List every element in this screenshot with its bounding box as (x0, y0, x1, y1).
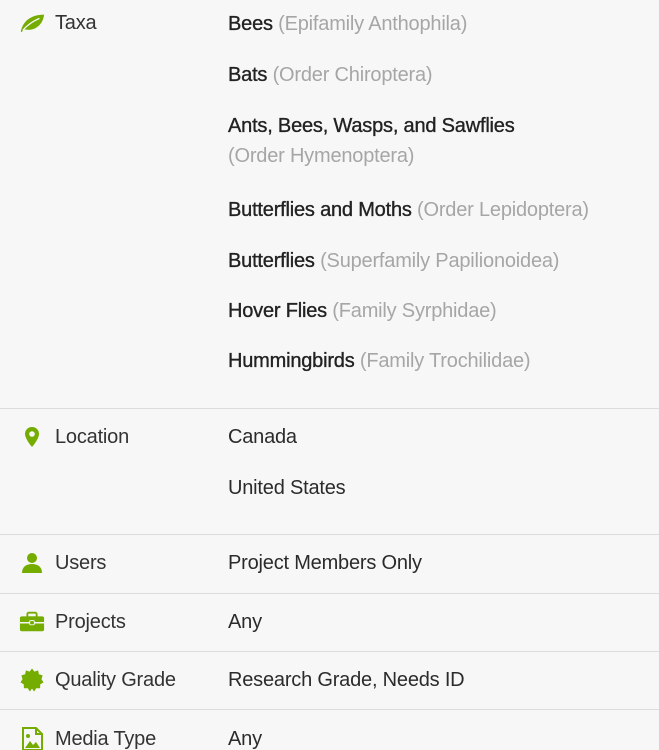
taxon-rank: (Epifamily Anthophila) (278, 13, 468, 35)
taxon-item[interactable]: Hummingbirds (Family Trochilidae) (228, 346, 531, 376)
user-icon (19, 551, 45, 575)
media-type-value: Any (228, 728, 262, 750)
project-requirements-panel: Taxa Bees (Epifamily Anthophila) Bats (O… (0, 0, 659, 750)
taxon-name: Butterflies and Moths (228, 199, 412, 221)
media-type-label-row: Media Type (19, 726, 156, 750)
quality-grade-label-row: Quality Grade (19, 667, 176, 693)
row-divider (0, 651, 659, 652)
row-divider (0, 709, 659, 710)
users-label: Users (55, 551, 107, 574)
taxon-rank: (Order Hymenoptera) (228, 145, 415, 167)
taxon-name: Hummingbirds (228, 350, 355, 372)
taxon-item[interactable]: Butterflies (Superfamily Papilionoidea) (228, 246, 560, 276)
taxon-name: Hover Flies (228, 300, 327, 322)
projects-value: Any (228, 611, 262, 633)
leaf-icon (19, 11, 45, 35)
taxon-rank: (Order Lepidoptera) (417, 199, 589, 221)
location-label: Location (55, 425, 130, 448)
taxon-rank: (Family Syrphidae) (332, 300, 497, 322)
taxa-label-row: Taxa (19, 10, 97, 36)
quality-grade-value: Research Grade, Needs ID (228, 669, 465, 691)
taxa-label: Taxa (55, 11, 97, 34)
location-item[interactable]: Canada (228, 422, 297, 452)
taxon-name: Bees (228, 13, 273, 35)
row-divider (0, 534, 659, 535)
users-label-row: Users (19, 550, 106, 576)
taxon-name: Butterflies (228, 250, 315, 272)
row-divider (0, 593, 659, 594)
taxon-item[interactable]: Hover Flies (Family Syrphidae) (228, 296, 497, 326)
taxon-item[interactable]: Bees (Epifamily Anthophila) (228, 9, 468, 39)
briefcase-icon (19, 610, 45, 634)
users-value: Project Members Only (228, 552, 422, 574)
location-label-row: Location (19, 424, 129, 450)
taxon-rank: (Superfamily Papilionoidea) (320, 250, 560, 272)
projects-label: Projects (55, 610, 126, 633)
quality-grade-label: Quality Grade (55, 668, 176, 691)
taxon-name: Bats (228, 64, 268, 86)
projects-label-row: Projects (19, 609, 126, 635)
image-file-icon (19, 727, 45, 750)
taxon-rank: (Family Trochilidae) (359, 350, 531, 372)
location-item[interactable]: United States (228, 473, 346, 503)
row-divider (0, 408, 659, 409)
taxon-rank: (Order Chiroptera) (272, 64, 433, 86)
taxon-item[interactable]: Bats (Order Chiroptera) (228, 60, 433, 90)
taxon-item[interactable]: Ants, Bees, Wasps, and Sawflies (Order H… (228, 111, 515, 171)
certificate-icon (19, 668, 45, 692)
taxon-item[interactable]: Butterflies and Moths (Order Lepidoptera… (228, 195, 589, 225)
media-type-label: Media Type (55, 727, 157, 750)
map-marker-icon (19, 425, 45, 449)
taxon-name: Ants, Bees, Wasps, and Sawflies (228, 115, 515, 137)
